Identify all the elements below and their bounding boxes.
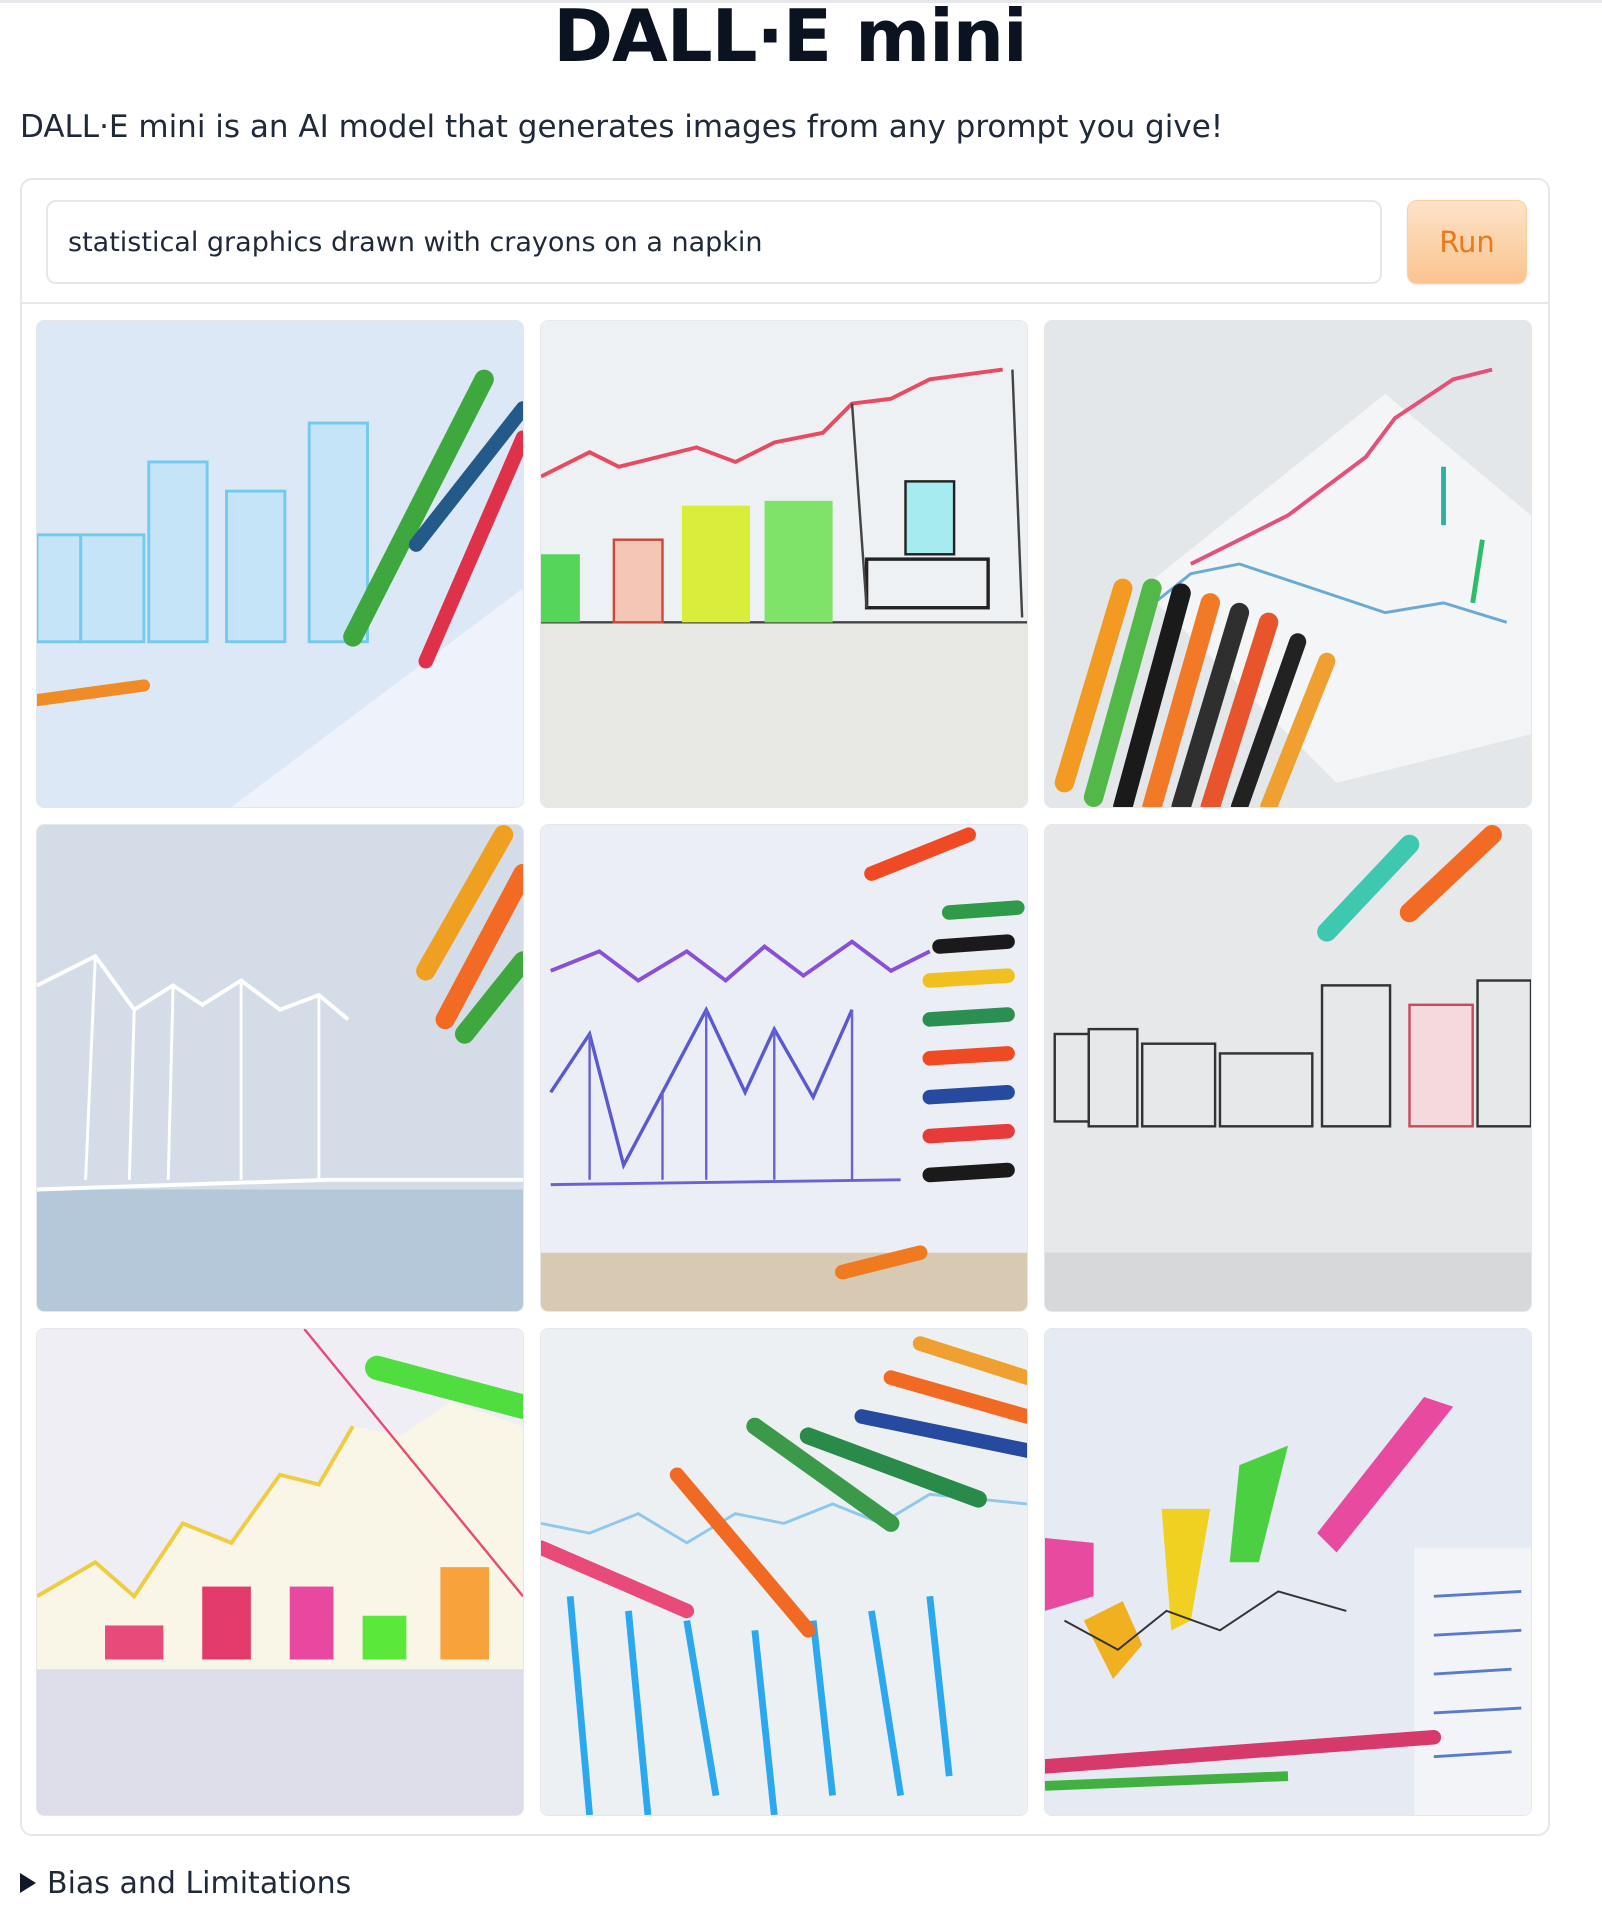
generated-image-9[interactable] xyxy=(1044,1328,1532,1816)
bias-accordion-label: Bias and Limitations xyxy=(47,1866,352,1901)
generator-panel: Run xyxy=(20,178,1550,1836)
generated-image-8[interactable] xyxy=(540,1328,1028,1816)
image-gallery xyxy=(36,320,1536,1820)
generated-image-1[interactable] xyxy=(36,320,524,808)
prompt-row: Run xyxy=(22,180,1548,304)
generated-image-7[interactable] xyxy=(36,1328,524,1816)
generated-image-5[interactable] xyxy=(540,824,1028,1312)
generated-image-4[interactable] xyxy=(36,824,524,1312)
generated-image-3[interactable] xyxy=(1044,320,1532,808)
app-description: DALL·E mini is an AI model that generate… xyxy=(20,109,1224,145)
triangle-right-icon xyxy=(20,1873,36,1893)
page-title: DALL·E mini xyxy=(553,0,1028,78)
prompt-input[interactable] xyxy=(46,200,1382,284)
generated-image-2[interactable] xyxy=(540,320,1028,808)
run-button[interactable]: Run xyxy=(1407,200,1527,284)
generated-image-6[interactable] xyxy=(1044,824,1532,1312)
